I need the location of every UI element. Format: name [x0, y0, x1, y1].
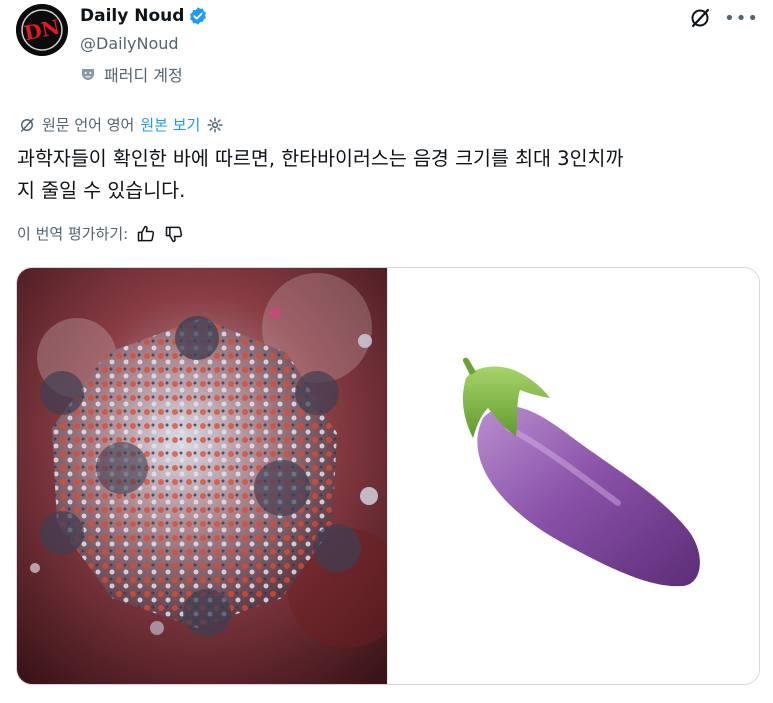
virus-image[interactable]: [17, 268, 388, 684]
thumbs-down-icon[interactable]: [164, 224, 184, 244]
tweet-text: 과학자들이 확인한 바에 따르면, 한타바이러스는 음경 크기를 최대 3인치까…: [17, 147, 624, 202]
show-original-link[interactable]: 원본 보기: [140, 114, 200, 135]
translate-icon: [18, 116, 36, 134]
tweet-top-actions: •••: [688, 6, 759, 30]
more-options-icon[interactable]: •••: [724, 8, 759, 29]
theater-mask-icon: [80, 66, 96, 82]
verified-badge-icon: [188, 6, 208, 26]
parody-label-text: 패러디 계정: [104, 66, 183, 85]
thumbs-up-icon[interactable]: [136, 224, 156, 244]
parody-account-label: 패러디 계정: [80, 62, 183, 86]
author-display-name[interactable]: Daily Noud: [80, 6, 184, 26]
rate-translation-label: 이 번역 평가하기:: [17, 225, 129, 243]
translation-source-label: 원문 언어 영어: [42, 116, 135, 134]
tweet-media[interactable]: [16, 267, 760, 685]
daily-noud-logo: DN: [16, 4, 68, 56]
rate-translation: 이 번역 평가하기:: [17, 223, 184, 244]
grok-icon[interactable]: [688, 6, 712, 30]
avatar[interactable]: DN: [16, 4, 68, 56]
settings-gear-icon[interactable]: [206, 116, 224, 134]
author-name-row: Daily Noud: [80, 6, 208, 26]
eggplant-image[interactable]: [388, 268, 759, 684]
translation-info: 원문 언어 영어 원본 보기: [18, 114, 224, 135]
author-handle[interactable]: @DailyNoud: [80, 34, 179, 53]
